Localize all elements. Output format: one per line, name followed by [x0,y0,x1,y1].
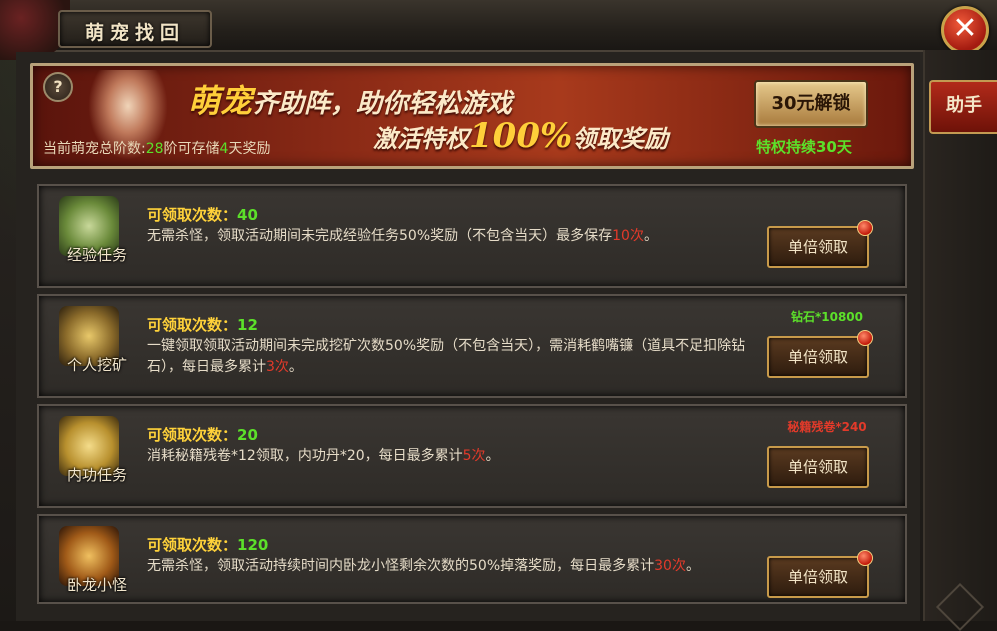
count-value: 20 [237,426,258,444]
privilege-duration: 特权持续30天 [756,138,852,156]
status-mid: 阶可存储 [163,141,220,157]
desc-highlight: 3次 [266,359,289,375]
claim-single-button[interactable]: 单倍领取 [767,226,869,268]
task-row-exp: 经验任务 可领取次数：40 无需杀怪，领取活动期间未完成经验任务50%奖励（不包… [37,184,907,288]
cost-label: 秘籍残卷*240 [787,420,867,434]
side-rail [923,50,997,631]
rail-diamond-icon [935,582,985,631]
unlock-button[interactable]: 30元解锁 [754,80,868,128]
count-value: 120 [237,536,269,554]
notification-dot-icon [857,220,873,236]
helper-tab[interactable]: 助手 [929,80,997,134]
desc-main: 一键领取领取活动期间未完成挖矿次数50%奖励（不包含当天），需消耗鹤嘴镰（道具不… [147,338,746,375]
task-description: 无需杀怪，领取活动持续时间内卧龙小怪剩余次数的50%掉落奖励，每日最多累计30次… [147,556,747,577]
claim-single-button[interactable]: 单倍领取 [767,336,869,378]
task-description: 无需杀怪，领取活动期间未完成经验任务50%奖励（不包含当天）最多保存10次。 [147,226,747,247]
count-value: 40 [237,206,258,224]
privilege-banner: ? 萌宠齐助阵，助你轻松游戏 激活特权100%领取奖励 当前萌宠总阶数:28阶可… [30,63,914,169]
desc-tail: 。 [685,558,700,574]
banner-sub-b: 领取奖励 [572,124,669,153]
window-title: 萌宠找回 [84,22,185,44]
notification-dot-icon [857,330,873,346]
desc-tail: 。 [485,448,500,464]
task-count: 可领取次数：40 [147,204,258,225]
count-label: 可领取次数： [147,536,238,554]
task-row-neigong: 内功任务 可领取次数：20 消耗秘籍残卷*12领取，内功丹*20，每日最多累计5… [37,404,907,508]
cost-label: 钻石*10800 [790,310,864,324]
desc-main: 无需杀怪，领取活动持续时间内卧龙小怪剩余次数的50%掉落奖励，每日最多累计 [147,558,655,574]
claim-single-button[interactable]: 单倍领取 [767,556,869,598]
desc-tail: 。 [288,359,303,375]
desc-highlight: 30次 [654,558,686,574]
status-level: 28 [145,141,164,157]
help-icon[interactable]: ? [43,72,73,102]
count-value: 12 [237,316,258,334]
task-name: 卧龙小怪 [66,576,127,594]
task-count: 可领取次数：20 [147,424,258,445]
notification-dot-icon [857,550,873,566]
task-name: 个人挖矿 [66,356,127,374]
claim-single-button[interactable]: 单倍领取 [767,446,869,488]
pet-level-status: 当前萌宠总阶数:28阶可存储4天奖励 [43,138,270,158]
task-description: 消耗秘籍残卷*12领取，内功丹*20，每日最多累计5次。 [147,446,747,467]
task-description: 一键领取领取活动期间未完成挖矿次数50%奖励（不包含当天），需消耗鹤嘴镰（道具不… [147,336,747,378]
desc-highlight: 5次 [462,448,486,464]
title-bar: 萌宠找回 ✕ [0,0,997,60]
status-suffix: 天奖励 [228,141,271,157]
banner-sub-highlight: 100% [469,116,573,156]
count-label: 可领取次数： [147,316,238,334]
desc-main: 无需杀怪，领取活动期间未完成经验任务50%奖励（不包含当天）最多保存 [147,228,613,244]
count-label: 可领取次数： [147,426,238,444]
title-plate: 萌宠找回 [58,10,212,48]
task-name: 内功任务 [66,466,127,484]
banner-sub-a: 激活特权 [373,124,469,153]
task-name: 经验任务 [66,246,127,264]
banner-headline-highlight: 萌宠 [188,82,253,120]
desc-main: 消耗秘籍残卷*12领取，内功丹*20，每日最多累计 [147,448,463,464]
banner-subheadline: 激活特权100%领取奖励 [373,116,668,156]
task-count: 可领取次数：120 [147,534,268,555]
banner-headline-rest: 齐助阵，助你轻松游戏 [252,89,513,119]
task-row-mining: 个人挖矿 可领取次数：12 一键领取领取活动期间未完成挖矿次数50%奖励（不包含… [37,294,907,398]
count-label: 可领取次数： [147,206,238,224]
task-count: 可领取次数：12 [147,314,258,335]
desc-tail: 。 [643,228,658,244]
desc-highlight: 10次 [612,228,644,244]
close-button[interactable]: ✕ [941,6,989,54]
status-prefix: 当前萌宠总阶数: [43,141,146,157]
task-row-monster: 卧龙小怪 可领取次数：120 无需杀怪，领取活动持续时间内卧龙小怪剩余次数的50… [37,514,907,604]
